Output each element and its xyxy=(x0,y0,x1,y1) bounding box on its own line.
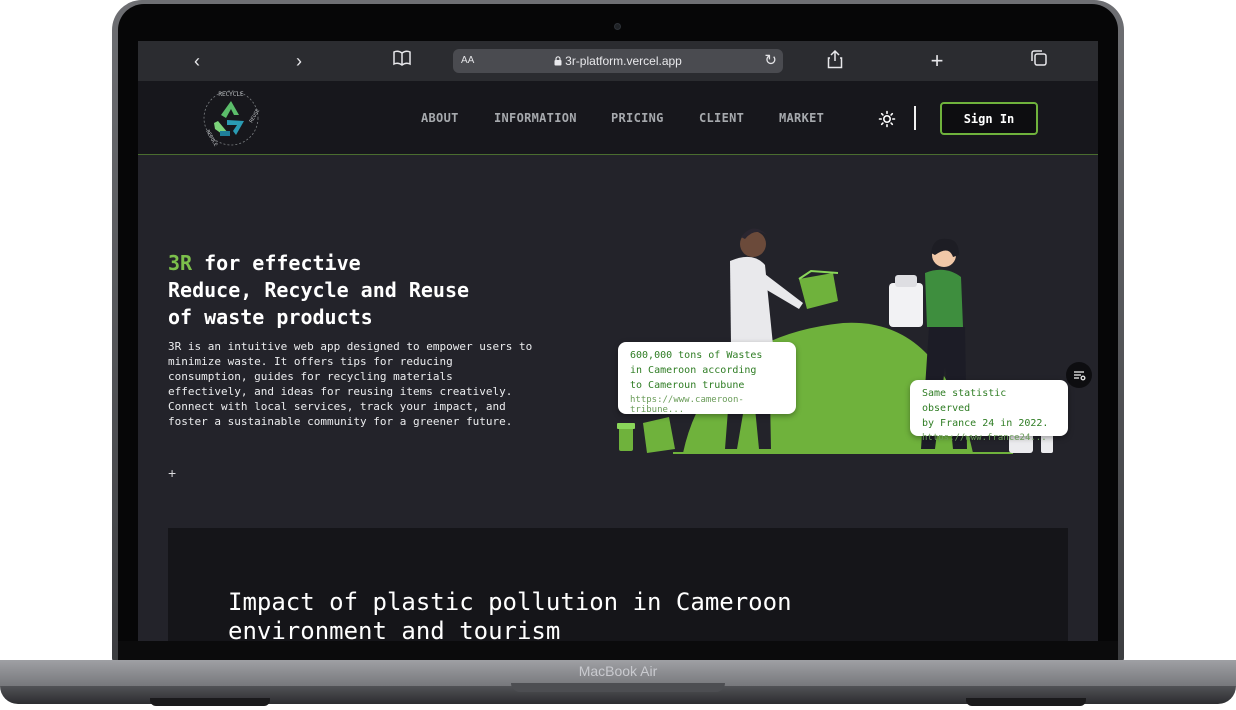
nav-information[interactable]: INFORMATION xyxy=(494,111,577,125)
hero-title-line3: of waste products xyxy=(168,305,373,329)
url-text: 3r-platform.vercel.app xyxy=(453,54,783,68)
sign-in-button[interactable]: Sign In xyxy=(940,102,1038,135)
svg-text:REUSE: REUSE xyxy=(249,108,262,124)
recycle-logo[interactable]: RECYCLE REDUCE REUSE xyxy=(196,87,266,149)
hero-description: 3R is an intuitive web app designed to e… xyxy=(168,340,533,428)
nav-about[interactable]: ABOUT xyxy=(421,111,459,125)
bookmarks-icon[interactable] xyxy=(389,49,415,73)
webcam xyxy=(614,23,621,30)
url-label: 3r-platform.vercel.app xyxy=(565,54,682,68)
stat-text: Same statistic observed by France 24 in … xyxy=(922,388,1049,429)
share-icon[interactable] xyxy=(822,49,848,73)
laptop-foot xyxy=(150,698,270,706)
reload-icon[interactable]: ↻ xyxy=(764,51,777,69)
hero-title-line2: Reduce, Recycle and Reuse xyxy=(168,278,470,302)
stat-text: 600,000 tons of Wastes in Cameroon accor… xyxy=(630,350,763,391)
stat-card[interactable]: 600,000 tons of Wastes in Cameroon accor… xyxy=(618,342,796,415)
stat-card[interactable]: Same statistic observed by France 24 in … xyxy=(910,380,1068,443)
lid-notch xyxy=(511,683,725,692)
screen: ‹ › AA 3r-platform.vercel.app ↻ + RECYCL… xyxy=(138,41,1098,641)
back-icon[interactable]: ‹ xyxy=(184,49,210,73)
nav-divider xyxy=(914,106,916,130)
device-label: MacBook Air xyxy=(578,663,658,679)
browser-toolbar: ‹ › AA 3r-platform.vercel.app ↻ + xyxy=(138,41,1098,81)
impact-section: Impact of plastic pollution in Cameroon … xyxy=(168,528,1068,641)
lock-icon xyxy=(554,56,562,66)
site-navbar: RECYCLE REDUCE REUSE ABOUT INFORMATION P… xyxy=(138,81,1098,155)
nav-market[interactable]: MARKET xyxy=(779,111,824,125)
hero-title: 3R for effective Reduce, Recycle and Reu… xyxy=(168,250,568,331)
forward-icon[interactable]: › xyxy=(286,49,312,73)
nav-pricing[interactable]: PRICING xyxy=(611,111,664,125)
nav-client[interactable]: CLIENT xyxy=(699,111,744,125)
theme-toggle-sun-icon[interactable] xyxy=(878,110,896,128)
hero-title-accent: 3R xyxy=(168,251,193,275)
stat-source-link[interactable]: https://www.cameroon-tribune... xyxy=(630,395,784,415)
expand-plus-icon[interactable]: + xyxy=(168,465,176,481)
laptop-foot xyxy=(966,698,1086,706)
svg-text:RECYCLE: RECYCLE xyxy=(218,91,244,98)
section-title: Impact of plastic pollution in Cameroon … xyxy=(228,588,792,641)
tabs-overview-icon[interactable] xyxy=(1026,49,1052,73)
hero-title-line1: for effective xyxy=(192,251,361,275)
stat-source-link[interactable]: https://www.france24... xyxy=(922,433,1056,443)
address-bar[interactable]: AA 3r-platform.vercel.app ↻ xyxy=(453,49,783,73)
new-tab-icon[interactable]: + xyxy=(924,49,950,73)
screen-chin xyxy=(118,641,1118,662)
svg-text:REDUCE: REDUCE xyxy=(204,129,218,148)
settings-fab-icon[interactable] xyxy=(1066,362,1092,388)
